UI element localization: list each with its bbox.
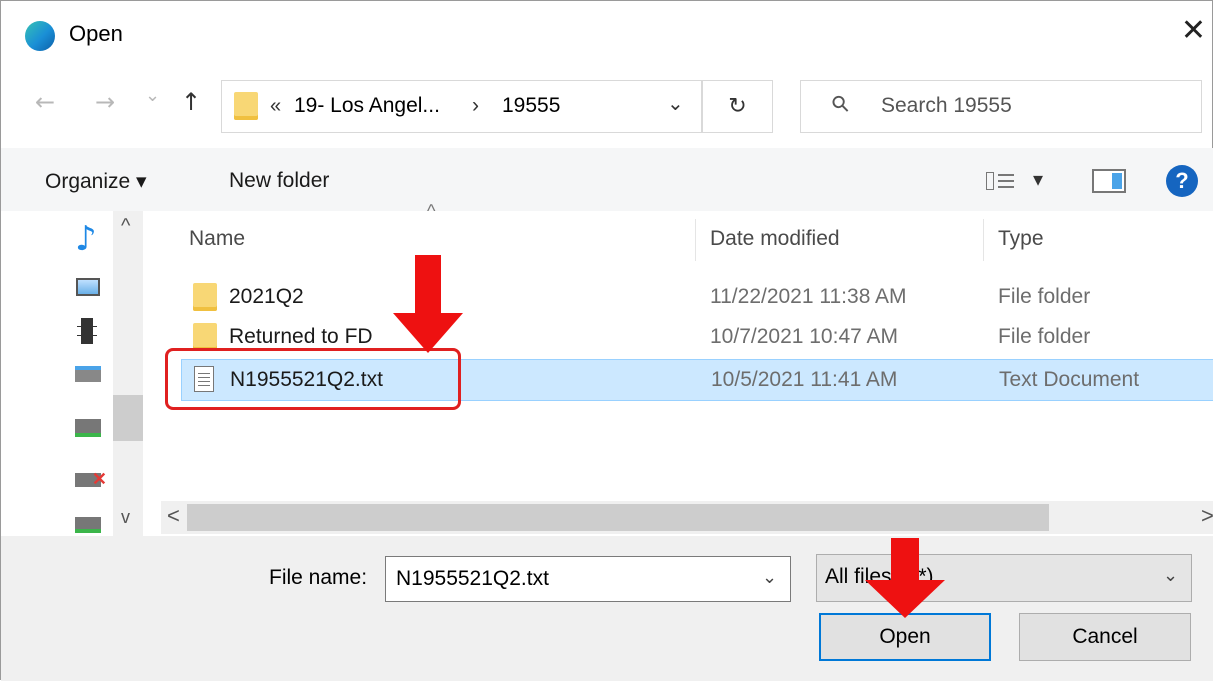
close-button[interactable]: ✕ (1181, 13, 1206, 48)
refresh-button[interactable]: ↻ (702, 80, 773, 133)
address-dropdown-icon[interactable]: ⌄ (667, 91, 684, 115)
view-options-icon[interactable] (986, 170, 1016, 192)
help-icon[interactable]: ? (1166, 165, 1198, 197)
music-icon[interactable]: ♪ (75, 219, 97, 259)
new-folder-button[interactable]: New folder (229, 169, 329, 193)
scroll-up-icon[interactable]: ^ (121, 215, 130, 238)
view-dropdown-icon[interactable]: ▾ (1033, 167, 1043, 192)
window-title: Open (69, 21, 123, 46)
annotation-highlight-box (165, 348, 461, 410)
address-bar[interactable]: « 19- Los Angel... › 19555 ⌄ (221, 80, 702, 133)
breadcrumb-overflow-icon[interactable]: « (270, 95, 281, 118)
back-icon[interactable]: ← (35, 88, 55, 116)
column-divider[interactable] (695, 219, 696, 261)
chevron-down-icon[interactable]: ⌄ (762, 567, 777, 588)
breadcrumb-item[interactable]: 19555 (502, 94, 560, 118)
disconnected-drive-icon[interactable]: ✕ (75, 469, 107, 489)
cancel-button[interactable]: Cancel (1019, 613, 1191, 661)
horizontal-scrollbar[interactable]: < > (161, 501, 1213, 534)
file-date: 11/22/2021 11:38 AM (710, 285, 907, 308)
column-divider[interactable] (983, 219, 984, 261)
command-bar (1, 148, 1213, 211)
scroll-left-icon[interactable]: < (167, 503, 180, 529)
videos-icon[interactable] (77, 318, 97, 344)
file-name-input[interactable]: N1955521Q2.txt ⌄ (385, 556, 791, 602)
folder-icon (193, 283, 217, 311)
breadcrumb-item[interactable]: 19- Los Angel... (294, 94, 440, 118)
recent-locations-icon[interactable]: ⌄ (145, 85, 160, 106)
scroll-right-icon[interactable]: > (1201, 503, 1213, 529)
sort-ascending-icon: ^ (427, 201, 436, 221)
preview-pane-icon[interactable] (1092, 169, 1126, 193)
forward-icon[interactable]: → (95, 88, 115, 116)
file-date: 10/7/2021 10:47 AM (710, 325, 898, 348)
annotation-arrow (393, 255, 463, 355)
column-header-name[interactable]: Name (189, 227, 245, 251)
column-header-date[interactable]: Date modified (710, 227, 840, 251)
title-bar: Open ✕ (1, 1, 1213, 71)
open-button[interactable]: Open (819, 613, 991, 661)
file-type: Text Document (999, 368, 1140, 391)
file-type: File folder (998, 325, 1091, 348)
search-placeholder: Search 19555 (881, 94, 1012, 117)
scrollbar-thumb[interactable] (187, 504, 1049, 531)
file-row[interactable]: 2021Q2 11/22/2021 11:38 AM File folder (181, 279, 1213, 315)
breadcrumb-separator-icon[interactable]: › (472, 94, 479, 118)
file-name-label: File name: (269, 566, 368, 589)
scroll-down-icon[interactable]: v (121, 507, 130, 528)
local-disk-icon[interactable] (75, 366, 101, 382)
file-name-input-value: N1955521Q2.txt (396, 567, 549, 590)
up-folder-icon[interactable]: ↑ (181, 88, 201, 116)
network-drive-icon[interactable] (75, 517, 101, 533)
folder-icon (193, 323, 217, 351)
file-date: 10/5/2021 11:41 AM (711, 368, 898, 391)
search-icon: ⚲ (826, 89, 856, 120)
search-box[interactable]: ⚲ Search 19555 (800, 80, 1202, 133)
chevron-down-icon[interactable]: ⌄ (1163, 565, 1178, 586)
pictures-icon[interactable] (76, 278, 100, 296)
file-name: Returned to FD (229, 325, 373, 348)
annotation-arrow (863, 538, 945, 618)
nav-pane-scrollbar[interactable]: ^ v (113, 211, 143, 536)
scrollbar-thumb[interactable] (113, 395, 143, 441)
edge-browser-icon (25, 21, 55, 51)
folder-icon (234, 92, 258, 120)
column-header-type[interactable]: Type (998, 227, 1044, 251)
file-type: File folder (998, 285, 1091, 308)
network-drive-icon[interactable] (75, 419, 101, 437)
organize-menu-button[interactable]: Organize ▾ (45, 169, 147, 194)
file-name: 2021Q2 (229, 285, 304, 308)
open-file-dialog: Open ✕ ← → ⌄ ↑ « 19- Los Angel... › 1955… (0, 0, 1213, 681)
